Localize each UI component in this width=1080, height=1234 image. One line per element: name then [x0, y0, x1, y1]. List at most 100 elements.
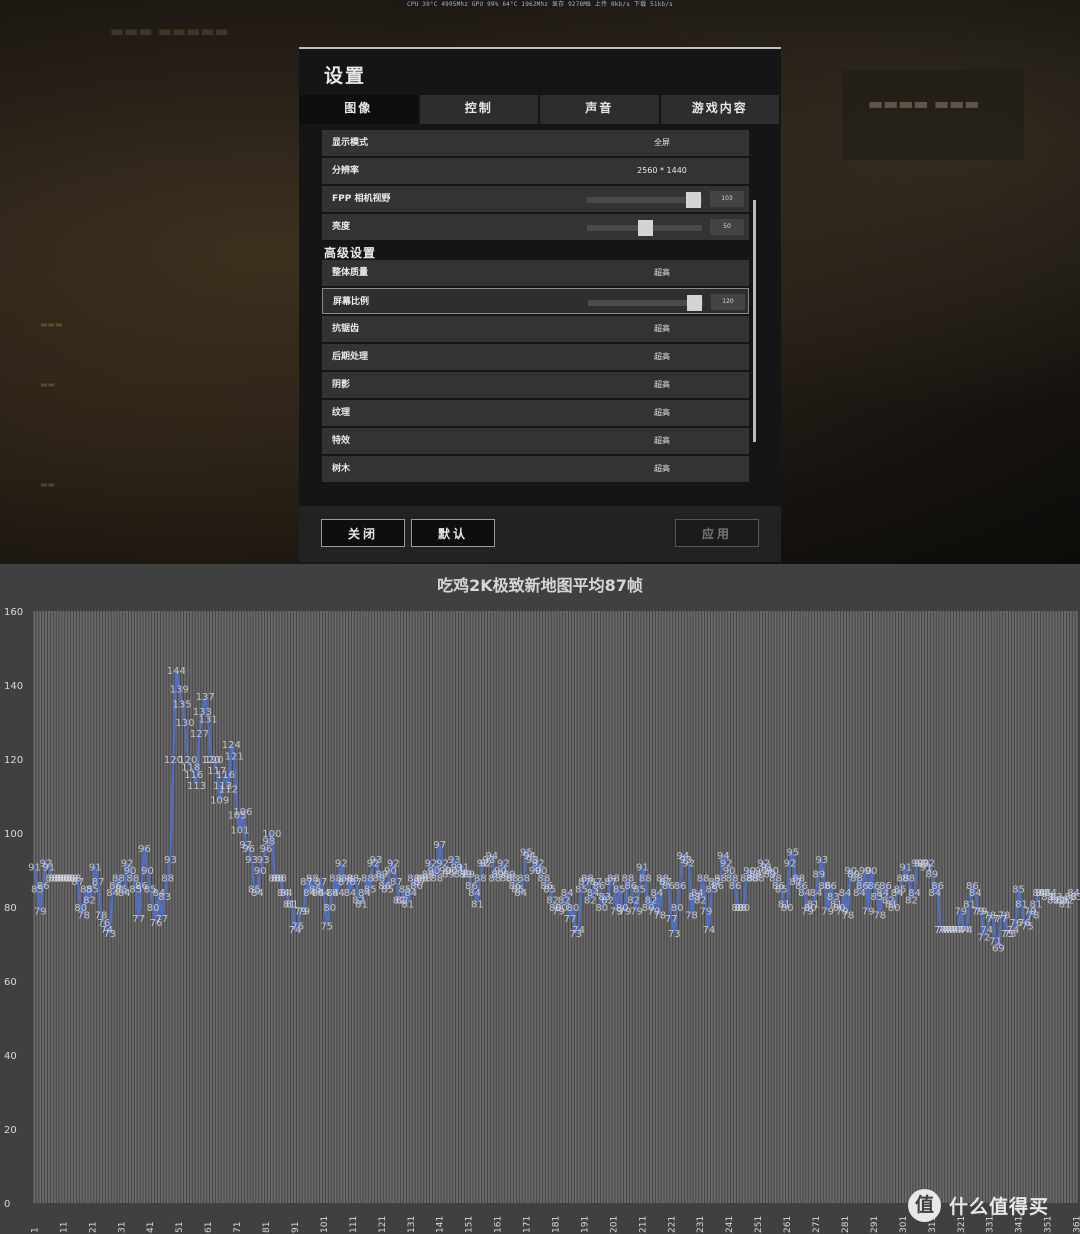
- setting-overall-quality[interactable]: 整体质量 超高: [322, 260, 749, 286]
- slider-thumb[interactable]: [685, 192, 701, 208]
- chart-column: [757, 611, 760, 1203]
- chart-column: [948, 611, 951, 1203]
- chart-column: [435, 611, 438, 1203]
- chart-column: [919, 611, 922, 1203]
- setting-textures[interactable]: 纹理 超高: [322, 400, 749, 426]
- chart-column: [910, 611, 913, 1203]
- x-tick-label: 281: [841, 1216, 851, 1233]
- chart-column: [250, 611, 253, 1203]
- fov-value-box[interactable]: 103: [710, 191, 744, 207]
- chart-column: [348, 611, 351, 1203]
- chart-column: [537, 611, 540, 1203]
- chart-column: [664, 611, 667, 1203]
- setting-resolution[interactable]: 分辨率 2560 * 1440: [322, 158, 749, 184]
- data-label: 87: [92, 877, 105, 888]
- x-tick-label: 121: [378, 1216, 388, 1233]
- setting-foliage[interactable]: 树木 超高: [322, 456, 749, 482]
- data-label: 83: [1070, 892, 1080, 903]
- data-label: 85: [364, 885, 377, 896]
- settings-scrollbar[interactable]: [753, 200, 756, 442]
- tab-graphics[interactable]: 图像: [299, 95, 420, 124]
- data-label: 139: [170, 685, 189, 696]
- fov-slider[interactable]: [587, 192, 702, 208]
- x-tick-label: 231: [696, 1216, 706, 1233]
- chart-column: [991, 611, 994, 1203]
- data-label: 87: [315, 877, 328, 888]
- data-label: 79: [297, 907, 310, 918]
- setting-effects[interactable]: 特效 超高: [322, 428, 749, 454]
- setting-shadows[interactable]: 阴影 超高: [322, 372, 749, 398]
- chart-column: [583, 611, 586, 1203]
- chart-column: [392, 611, 395, 1203]
- chart-column: [534, 611, 537, 1203]
- chart-column: [687, 611, 690, 1203]
- chart-column: [540, 611, 543, 1203]
- setting-value: 超高: [654, 380, 670, 389]
- default-button[interactable]: 默认: [411, 519, 495, 547]
- chart-column: [192, 611, 195, 1203]
- y-tick-label: 140: [4, 681, 23, 692]
- setting-fpp-fov: FPP 相机视野 103: [322, 186, 749, 212]
- data-label: 85: [894, 885, 907, 896]
- y-tick-label: 40: [4, 1051, 17, 1062]
- chart-column: [143, 611, 146, 1203]
- x-tick-label: 81: [262, 1222, 272, 1233]
- tab-controls[interactable]: 控制: [419, 95, 540, 124]
- data-label: 92: [784, 859, 797, 870]
- chart-column: [317, 611, 320, 1203]
- chart-column: [233, 611, 236, 1203]
- chart-column: [545, 611, 548, 1203]
- x-tick-label: 41: [146, 1222, 156, 1233]
- data-label: 100: [262, 829, 281, 840]
- y-tick-label: 120: [4, 755, 23, 766]
- chart-column: [383, 611, 386, 1203]
- data-label: 127: [190, 729, 209, 740]
- tab-sound[interactable]: 声音: [540, 95, 661, 124]
- data-label: 74: [960, 925, 973, 936]
- data-label: 91: [636, 862, 649, 873]
- x-tick-label: 1: [30, 1227, 40, 1233]
- chart-column: [922, 611, 925, 1203]
- setting-label: 显示模式: [332, 138, 369, 148]
- chart-column: [513, 611, 516, 1203]
- chart-column: [389, 611, 392, 1203]
- data-label: 80: [147, 903, 160, 914]
- chart-column: [505, 611, 508, 1203]
- section-advanced: 高级设置: [324, 246, 377, 260]
- chart-column: [907, 611, 910, 1203]
- chart-column: [450, 611, 453, 1203]
- chart-column: [140, 611, 143, 1203]
- setting-label: 屏幕比例: [333, 297, 370, 307]
- slider-thumb[interactable]: [637, 220, 653, 236]
- chart-column: [997, 611, 1000, 1203]
- chart-column: [169, 611, 172, 1203]
- tab-gameplay[interactable]: 游戏内容: [660, 95, 781, 124]
- screen-scale-value-box[interactable]: 120: [711, 294, 745, 310]
- x-tick-label: 261: [783, 1216, 793, 1233]
- brightness-value-box[interactable]: 50: [710, 219, 744, 235]
- setting-post-processing[interactable]: 后期处理 超高: [322, 344, 749, 370]
- chart-column: [855, 611, 858, 1203]
- y-tick-label: 80: [4, 903, 17, 914]
- chart-column: [438, 611, 441, 1203]
- slider-thumb[interactable]: [686, 295, 702, 311]
- screen-scale-slider[interactable]: [588, 295, 703, 311]
- setting-label: 特效: [332, 436, 351, 446]
- chart-column: [340, 611, 343, 1203]
- chart-column: [531, 611, 534, 1203]
- chart-column: [262, 611, 265, 1203]
- setting-anti-aliasing[interactable]: 抗锯齿 超高: [322, 316, 749, 342]
- chart-column: [751, 611, 754, 1203]
- chart-column: [337, 611, 340, 1203]
- data-label: 79: [34, 907, 47, 918]
- data-label: 92: [387, 859, 400, 870]
- data-label: 137: [196, 692, 215, 703]
- data-label: 90: [254, 866, 267, 877]
- chart-column: [369, 611, 372, 1203]
- brightness-slider[interactable]: [587, 220, 702, 236]
- apply-button[interactable]: 应用: [675, 519, 759, 547]
- watermark-logo: 值 什么值得买: [908, 1188, 1049, 1222]
- chart-column: [849, 611, 852, 1203]
- setting-display-mode[interactable]: 显示模式 全屏: [322, 130, 749, 156]
- close-button[interactable]: 关闭: [321, 519, 405, 547]
